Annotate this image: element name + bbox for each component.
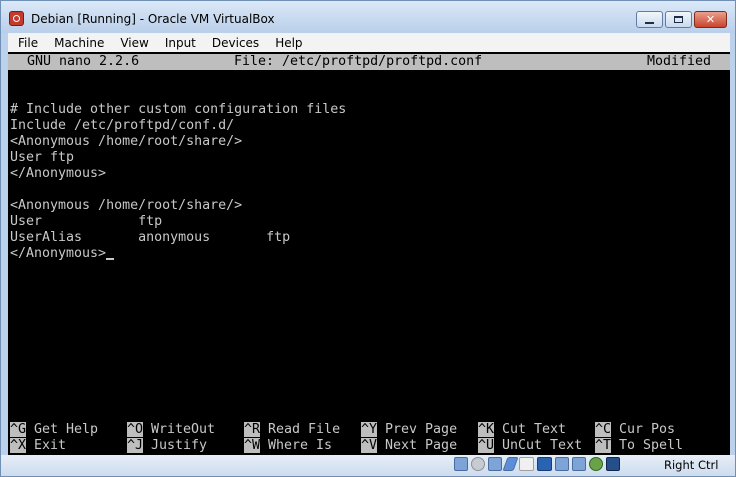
minimize-icon bbox=[645, 21, 654, 24]
shortcut-label: Justify bbox=[143, 438, 208, 453]
shortcut-label: WriteOut bbox=[143, 422, 216, 437]
shortcut-label: Cur Pos bbox=[611, 422, 676, 437]
shortcut-item: ^Y Prev Page bbox=[361, 422, 457, 438]
shortcut-label: Prev Page bbox=[377, 422, 458, 437]
shortcut-key: ^O bbox=[127, 422, 144, 437]
shortcut-key: ^T bbox=[595, 438, 612, 453]
buffer-line[interactable]: </Anonymous> bbox=[10, 246, 730, 262]
host-key-arrow-icon bbox=[606, 457, 620, 471]
buffer-line-text: </Anonymous> bbox=[10, 246, 107, 261]
shortcut-item: ^V Next Page bbox=[361, 438, 457, 454]
hard-disk-icon[interactable] bbox=[454, 457, 468, 471]
shortcut-label: Next Page bbox=[377, 438, 458, 453]
maximize-icon bbox=[674, 16, 683, 23]
minimize-button[interactable] bbox=[636, 11, 663, 28]
buffer-line[interactable]: <Anonymous /home/root/share/> bbox=[10, 198, 730, 214]
vm-status-bar: Right Ctrl bbox=[1, 455, 735, 476]
network-icon[interactable] bbox=[488, 457, 502, 471]
shortcut-item: ^R Read File bbox=[244, 422, 340, 438]
virtualbox-app-icon bbox=[9, 11, 24, 26]
shortcut-key: ^K bbox=[478, 422, 495, 437]
shortcut-key: ^Y bbox=[361, 422, 378, 437]
virtualization-icon bbox=[572, 457, 586, 471]
buffer-line-text: <Anonymous /home/root/share/> bbox=[10, 134, 243, 149]
nano-modified-status: Modified bbox=[646, 54, 711, 69]
shortcut-row: ^G Get Help ^O WriteOut ^R Read File ^Y Pre… bbox=[10, 422, 730, 438]
shortcut-item: ^W Where Is bbox=[244, 438, 332, 454]
optical-disk-icon[interactable] bbox=[471, 457, 485, 471]
menu-help[interactable]: Help bbox=[265, 36, 308, 50]
shortcut-item: ^O WriteOut bbox=[127, 422, 215, 438]
nano-filename: File: /etc/proftpd/proftpd.conf bbox=[234, 54, 483, 69]
shortcut-label: Where Is bbox=[260, 438, 333, 453]
buffer-line-text: <Anonymous /home/root/share/> bbox=[10, 198, 243, 213]
buffer-line[interactable]: UserAlias anonymous ftp bbox=[10, 230, 730, 246]
window-title: Debian [Running] - Oracle VM VirtualBox bbox=[31, 12, 275, 26]
buffer-line[interactable] bbox=[10, 86, 730, 102]
shortcut-key: ^R bbox=[244, 422, 261, 437]
shortcut-key: ^V bbox=[361, 438, 378, 453]
buffer-line[interactable]: # Include other custom configuration fil… bbox=[10, 102, 730, 118]
window-controls: ✕ bbox=[634, 11, 727, 30]
shortcut-item: ^K Cut Text bbox=[478, 422, 566, 438]
shortcut-key: ^G bbox=[10, 422, 27, 437]
menu-devices[interactable]: Devices bbox=[202, 36, 265, 50]
buffer-line[interactable]: User ftp bbox=[10, 150, 730, 166]
buffer-line-text: Include /etc/proftpd/conf.d/ bbox=[10, 118, 235, 133]
shortcut-label: Get Help bbox=[26, 422, 99, 437]
shortcut-item: ^C Cur Pos bbox=[595, 422, 675, 438]
shortcut-key: ^C bbox=[595, 422, 612, 437]
virtualbox-window: Debian [Running] - Oracle VM VirtualBox … bbox=[0, 0, 736, 477]
menu-machine[interactable]: Machine bbox=[44, 36, 110, 50]
close-button[interactable]: ✕ bbox=[694, 11, 727, 28]
menu-bar: File Machine View Input Devices Help bbox=[8, 33, 730, 52]
shortcut-key: ^J bbox=[127, 438, 144, 453]
shortcut-item: ^G Get Help bbox=[10, 422, 98, 438]
status-icons bbox=[454, 457, 623, 473]
menu-view[interactable]: View bbox=[110, 36, 154, 50]
nano-edit-buffer[interactable]: # Include other custom configuration fil… bbox=[10, 70, 730, 262]
buffer-line[interactable] bbox=[10, 70, 730, 86]
menu-file[interactable]: File bbox=[8, 36, 44, 50]
nano-version: GNU nano 2.2.6 bbox=[27, 54, 140, 69]
buffer-line-text: # Include other custom configuration fil… bbox=[10, 102, 347, 117]
maximize-button[interactable] bbox=[665, 11, 692, 28]
buffer-line[interactable]: User ftp bbox=[10, 214, 730, 230]
shortcut-label: Read File bbox=[260, 422, 341, 437]
shortcut-row: ^X Exit ^J Justify ^W Where Is ^V Next Page… bbox=[10, 438, 730, 454]
shortcut-item: ^U UnCut Text bbox=[478, 438, 582, 454]
shortcut-key: ^W bbox=[244, 438, 261, 453]
shortcut-item: ^J Justify bbox=[127, 438, 207, 454]
buffer-line[interactable] bbox=[10, 182, 730, 198]
shortcut-label: Exit bbox=[26, 438, 67, 453]
buffer-line-text: User ftp bbox=[10, 150, 75, 165]
mouse-integration-icon[interactable] bbox=[589, 457, 603, 471]
buffer-line-text: </Anonymous> bbox=[10, 166, 107, 181]
close-icon: ✕ bbox=[705, 13, 716, 26]
video-capture-icon[interactable] bbox=[555, 457, 569, 471]
vm-display[interactable]: GNU nano 2.2.6 File: /etc/proftpd/proftp… bbox=[8, 52, 730, 455]
shortcut-item: ^T To Spell bbox=[595, 438, 683, 454]
shortcut-label: Cut Text bbox=[494, 422, 567, 437]
nano-shortcut-bar: ^G Get Help ^O WriteOut ^R Read File ^Y Pre… bbox=[10, 422, 730, 454]
host-key-label: Right Ctrl bbox=[664, 458, 719, 472]
buffer-line-text: UserAlias anonymous ftp bbox=[10, 230, 291, 245]
display-icon[interactable] bbox=[537, 457, 552, 471]
shortcut-key: ^X bbox=[10, 438, 27, 453]
buffer-line[interactable]: Include /etc/proftpd/conf.d/ bbox=[10, 118, 730, 134]
shortcut-label: To Spell bbox=[611, 438, 684, 453]
buffer-line[interactable]: <Anonymous /home/root/share/> bbox=[10, 134, 730, 150]
shortcut-label: UnCut Text bbox=[494, 438, 583, 453]
shortcut-key: ^U bbox=[478, 438, 495, 453]
title-bar[interactable]: Debian [Running] - Oracle VM VirtualBox … bbox=[1, 1, 735, 33]
shortcut-item: ^X Exit bbox=[10, 438, 66, 454]
menu-input[interactable]: Input bbox=[155, 36, 202, 50]
buffer-line[interactable]: </Anonymous> bbox=[10, 166, 730, 182]
text-cursor bbox=[106, 258, 115, 260]
shared-folders-icon[interactable] bbox=[519, 457, 534, 471]
usb-icon[interactable] bbox=[502, 457, 519, 471]
buffer-line-text: User ftp bbox=[10, 214, 163, 229]
nano-title-bar: GNU nano 2.2.6 File: /etc/proftpd/proftp… bbox=[8, 54, 730, 70]
